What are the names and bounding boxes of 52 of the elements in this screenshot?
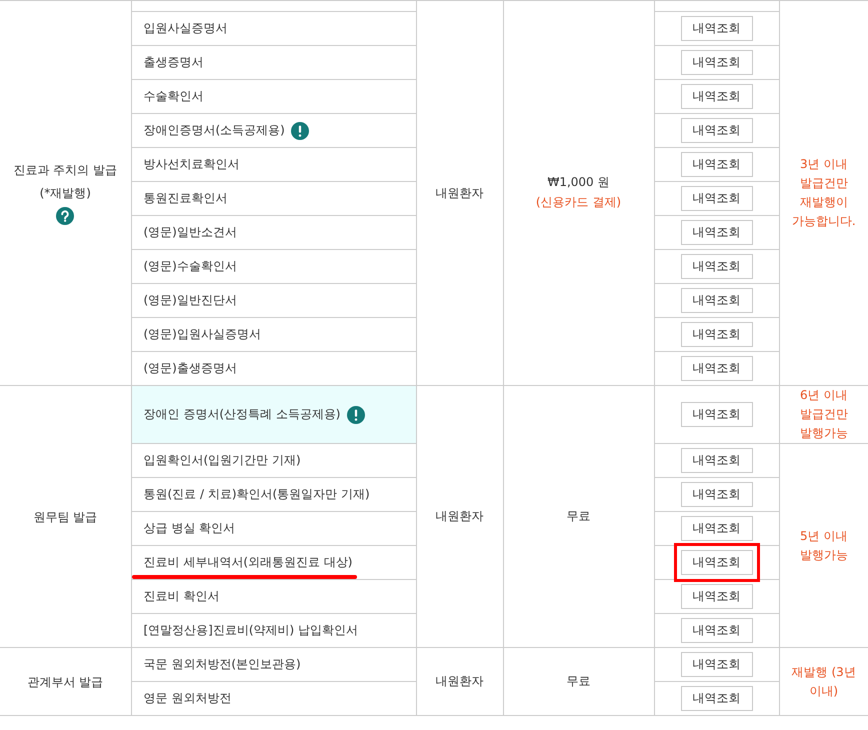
- document-name: 영문 원외처방전: [144, 690, 232, 707]
- history-button[interactable]: 내역조회: [680, 402, 752, 427]
- category-note: (*재발행): [40, 185, 91, 202]
- note-cell: 3년 이내 발급건만 재발행이 가능합니다.: [779, 0, 868, 386]
- document-name: (영문)일반진단서: [144, 292, 237, 309]
- document-name: 통원진료확인서: [144, 190, 228, 207]
- history-button[interactable]: 내역조회: [680, 322, 752, 347]
- document-name: 입원확인서(입원기간만 기재): [144, 452, 301, 469]
- document-name: 진료비 세부내역서(외래통원진료 대상): [144, 554, 352, 571]
- target-cell: 내원환자: [416, 0, 503, 386]
- document-name: 입원사실증명서: [144, 20, 228, 37]
- fee-amount: ₩1,000 원: [547, 174, 610, 191]
- document-name: 방사선치료확인서: [144, 156, 240, 173]
- history-button[interactable]: 내역조회: [680, 186, 752, 211]
- category-label: 진료과 주치의 발급: [13, 162, 118, 179]
- document-name: 진료비 확인서: [144, 588, 220, 605]
- help-icon[interactable]: [56, 207, 74, 225]
- fee-amount: 무료: [566, 508, 590, 525]
- history-button[interactable]: 내역조회: [680, 84, 752, 109]
- history-button[interactable]: 내역조회: [680, 152, 752, 177]
- history-button[interactable]: 내역조회: [680, 652, 752, 677]
- history-button[interactable]: 내역조회: [680, 516, 752, 541]
- document-name: (영문)입원사실증명서: [144, 326, 261, 343]
- document-name: 장애인증명서(소득공제용): [144, 122, 285, 139]
- document-name: 상급 병실 확인서: [144, 520, 236, 537]
- document-name: 통원(진료 / 치료)확인서(통원일자만 기재): [144, 486, 370, 503]
- document-name: (영문)수술확인서: [144, 258, 237, 275]
- history-button[interactable]: 내역조회: [680, 220, 752, 245]
- fee-amount: 무료: [566, 673, 590, 690]
- document-name: 출생증명서: [144, 54, 204, 71]
- document-name: (영문)출생증명서: [144, 360, 237, 377]
- history-button[interactable]: 내역조회: [680, 118, 752, 143]
- history-button[interactable]: 내역조회: [680, 618, 752, 643]
- alert-icon[interactable]: [290, 122, 309, 140]
- document-name: (영문)일반소견서: [144, 224, 237, 241]
- document-name: 국문 원외처방전(본인보관용): [144, 656, 301, 673]
- document-name: 장애인 증명서(산정특례 소득공제용): [144, 406, 340, 423]
- history-button[interactable]: 내역조회: [680, 288, 752, 313]
- history-button[interactable]: 내역조회: [680, 686, 752, 711]
- alert-icon[interactable]: [346, 406, 364, 424]
- history-button[interactable]: 내역조회: [680, 254, 752, 279]
- history-button[interactable]: 내역조회: [680, 356, 752, 381]
- document-name: 수술확인서: [144, 88, 204, 105]
- document-name: [연말정산용]진료비(약제비) 납입확인서: [144, 622, 358, 639]
- history-button[interactable]: 내역조회: [680, 448, 752, 473]
- history-button[interactable]: 내역조회: [680, 584, 752, 609]
- history-button[interactable]: 내역조회: [680, 50, 752, 75]
- history-button[interactable]: 내역조회: [680, 16, 752, 41]
- fee-note: (신용카드 결제): [536, 194, 622, 211]
- history-button[interactable]: 내역조회: [680, 482, 752, 507]
- category-label: 관계부서 발급: [27, 674, 104, 690]
- category-label: 원무팀 발급: [33, 508, 98, 526]
